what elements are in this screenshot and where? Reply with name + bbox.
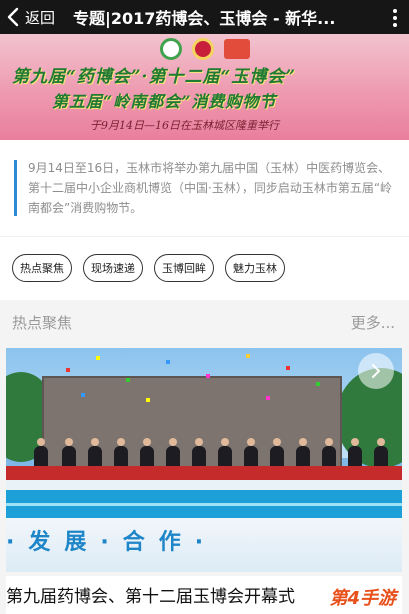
slider-next-button[interactable]	[358, 353, 394, 389]
back-button[interactable]: 返回	[0, 0, 55, 34]
photo-confetti	[96, 356, 100, 360]
photo-slogan: ·发展·合作·	[6, 530, 218, 555]
caption-text[interactable]: 第九届药博会、第十二届玉博会开幕式	[6, 582, 295, 607]
photo-confetti	[126, 378, 130, 382]
medicine-expo-logo	[192, 38, 214, 60]
photo-podium-white	[6, 480, 402, 490]
section-header: 热点聚焦 更多...	[0, 300, 409, 342]
photo-caption: 第九届药博会、第十二届玉博会开幕式 第4手游	[6, 576, 402, 614]
photo-confetti	[66, 368, 70, 372]
sme-expo-logo	[160, 38, 182, 60]
more-dots-icon	[393, 9, 397, 27]
photo-confetti	[81, 393, 85, 397]
photo-confetti	[316, 382, 320, 386]
section-more-link[interactable]: 更多...	[351, 312, 395, 333]
photo-podium-stripe	[6, 503, 402, 506]
intro-section: 9月14日至16日，玉林市将举办第九届中国（玉林）中医药博览会、第十二届中小企业…	[0, 140, 409, 236]
category-tags: 热点聚焦 现场速递 玉博回眸 魅力玉林	[0, 236, 409, 300]
banner-headline: 第九届“药博会”·第十二届“玉博会”	[12, 67, 297, 87]
photo-confetti	[146, 398, 150, 402]
section-title: 热点聚焦	[12, 314, 73, 332]
page-title: 专题|2017药博会、玉博会 - 新华...	[73, 9, 336, 28]
back-label: 返回	[25, 8, 56, 27]
top-nav-bar: 返回 专题|2017药博会、玉博会 - 新华...	[0, 0, 409, 34]
news-photo[interactable]: ·发展·合作·	[6, 348, 402, 572]
more-options-button[interactable]	[393, 9, 397, 27]
tag-live-report[interactable]: 现场速递	[83, 254, 143, 282]
intro-text: 9月14日至16日，玉林市将举办第九届中国（玉林）中医药博览会、第十二届中小企业…	[28, 161, 393, 215]
photo-podium-red	[6, 466, 402, 480]
chevron-right-icon	[372, 364, 380, 378]
photo-confetti	[166, 360, 170, 364]
chevron-left-icon	[7, 7, 19, 27]
banner-date-line: 于9月14日—16日在玉林城区隆重举行	[90, 119, 279, 132]
tag-jade-expo-review[interactable]: 玉博回眸	[154, 254, 214, 282]
tag-hot-focus[interactable]: 热点聚焦	[12, 254, 72, 282]
photo-confetti	[266, 396, 270, 400]
tag-charm-yulin[interactable]: 魅力玉林	[225, 254, 285, 282]
banner-logos	[160, 38, 250, 60]
photo-confetti	[206, 374, 210, 378]
photo-confetti	[286, 366, 290, 370]
event-banner: 第九届“药博会”·第十二届“玉博会” 第五届“岭南都会”消费购物节 于9月14日…	[0, 34, 409, 140]
banner-subheadline: 第五届“岭南都会”消费购物节	[52, 92, 277, 111]
jade-expo-logo	[224, 39, 250, 59]
site-watermark: 第4手游	[329, 588, 396, 609]
photo-confetti	[246, 354, 250, 358]
intro-accent-bar	[14, 160, 17, 216]
